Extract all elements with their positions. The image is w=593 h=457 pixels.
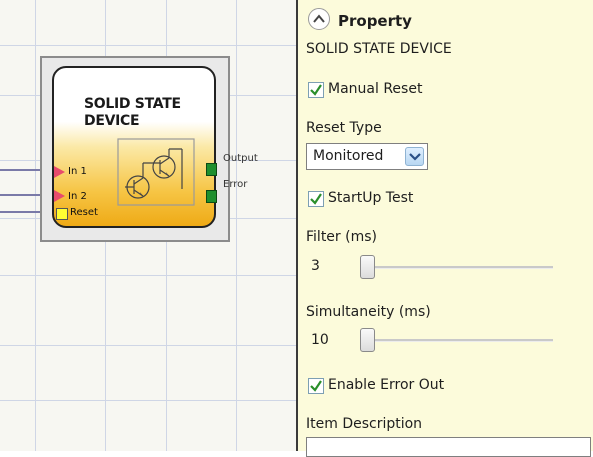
enable-error-out-checkbox[interactable] — [308, 378, 324, 394]
reset-type-label: Reset Type — [306, 120, 382, 136]
block-title: SOLID STATE DEVICE — [84, 96, 181, 129]
simultaneity-label: Simultaneity (ms) — [306, 304, 431, 320]
reset-pin-square-icon[interactable] — [56, 208, 68, 220]
output-pin-icon[interactable] — [206, 163, 217, 176]
property-header: Property — [338, 12, 412, 30]
reset-label: Reset — [70, 207, 98, 218]
enable-error-out-label[interactable]: Enable Error Out — [328, 377, 444, 393]
checkmark-icon — [310, 84, 322, 96]
manual-reset-checkbox[interactable] — [308, 82, 324, 98]
startup-test-label[interactable]: StartUp Test — [328, 190, 413, 206]
checkmark-icon — [310, 193, 322, 205]
solid-state-device-block[interactable]: SOLID STATE DEVICE In 1 In 2 Reset — [52, 66, 216, 228]
filter-slider-track[interactable] — [360, 266, 553, 269]
simultaneity-slider-thumb[interactable] — [360, 328, 375, 352]
in2-pin-arrow-icon[interactable] — [54, 190, 65, 202]
startup-test-checkbox[interactable] — [308, 191, 324, 207]
error-label: Error — [223, 179, 248, 190]
transistor-symbol-icon — [117, 138, 195, 206]
output-label: Output — [223, 153, 258, 164]
reset-type-select[interactable]: Monitored — [306, 143, 428, 170]
in2-label: In 2 — [68, 191, 87, 202]
filter-value: 3 — [311, 258, 320, 274]
collapse-button[interactable] — [308, 8, 330, 30]
function-block-selection-frame[interactable]: SOLID STATE DEVICE In 1 In 2 Reset — [40, 56, 230, 242]
manual-reset-label[interactable]: Manual Reset — [328, 81, 422, 97]
item-description-label: Item Description — [306, 416, 423, 432]
item-description-input[interactable] — [306, 437, 591, 457]
filter-slider-thumb[interactable] — [360, 255, 375, 279]
chevron-down-icon — [409, 153, 421, 161]
simultaneity-slider-track[interactable] — [360, 339, 553, 342]
chevron-up-icon — [313, 14, 325, 23]
simultaneity-value: 10 — [311, 332, 329, 348]
filter-label: Filter (ms) — [306, 229, 377, 245]
error-pin-icon[interactable] — [206, 190, 217, 203]
in1-label: In 1 — [68, 166, 87, 177]
logic-canvas[interactable]: SOLID STATE DEVICE In 1 In 2 Reset Outpu… — [0, 0, 296, 451]
in1-pin-arrow-icon[interactable] — [54, 166, 65, 178]
reset-type-value: Monitored — [313, 148, 384, 164]
checkmark-icon — [310, 380, 322, 392]
dropdown-button[interactable] — [405, 147, 424, 166]
property-panel: Property SOLID STATE DEVICE Manual Reset… — [296, 0, 593, 457]
device-name: SOLID STATE DEVICE — [306, 41, 452, 57]
